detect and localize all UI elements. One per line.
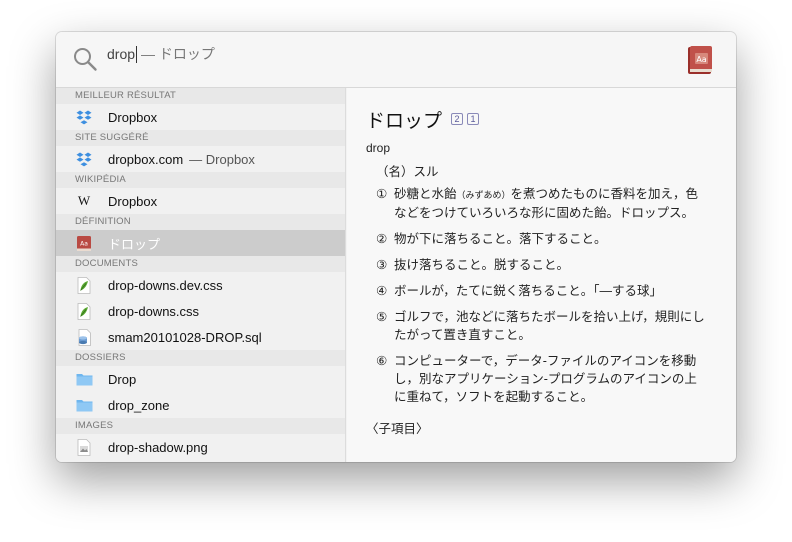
image-file-icon (75, 438, 93, 456)
folder-icon (75, 396, 93, 414)
dictionary-icon: Aa (75, 234, 93, 252)
result-label: drop-shadow.png (108, 439, 208, 455)
result-label: ドロップ (108, 236, 161, 252)
sense-text: 抜け落ちること。脱すること。 (394, 258, 570, 272)
definition-preview: ドロップ 2 1 drop （名）スル ① 砂糖と水飴（みずあめ）を煮つめたもの… (347, 88, 736, 462)
sense-number: ① (376, 187, 388, 201)
sense-item: ⑥ コンピューターで，データ-ファイルのアイコンを移動し，別なアプリケーション-… (376, 352, 706, 406)
result-row[interactable]: drop-downs.css (56, 298, 345, 324)
sense-number: ⑥ (376, 354, 388, 368)
search-bar[interactable]: drop — ドロップ Aa (56, 32, 736, 88)
wikipedia-letter: W (77, 193, 91, 208)
result-label: smam20101028-DROP.sql (108, 329, 262, 345)
dictionary-app-icon-label: Aa (696, 55, 706, 64)
result-row[interactable]: Dropbox (56, 104, 345, 130)
accent-badge: 2 (451, 113, 464, 125)
sense-item: ① 砂糖と水飴（みずあめ）を煮つめたものに香料を加え，色などをつけていろいろな形… (376, 185, 706, 222)
part-of-speech: （名）スル (376, 165, 439, 179)
search-query: drop (107, 46, 136, 62)
result-label: drop-downs.css (108, 303, 200, 319)
result-label: Drop (108, 371, 137, 387)
headword: ドロップ (366, 110, 443, 132)
sense-text: 砂糖と水飴（みずあめ）を煮つめたものに香料を加え，色などをつけていろいろな形に固… (394, 185, 706, 222)
result-sublabel: — Dropbox (189, 151, 255, 167)
accent-badge: 1 (467, 113, 480, 125)
sense-item: ③ 抜け落ちること。脱すること。 (376, 256, 706, 274)
text-caret (136, 45, 138, 63)
section-header: IMAGES (56, 418, 345, 434)
section-header: SITE SUGGÉRÉ (56, 130, 345, 146)
search-icon (74, 48, 97, 71)
result-row[interactable]: drop-downs.dev.css (56, 272, 345, 298)
wikipedia-icon: W (75, 192, 93, 210)
result-row[interactable]: dropbox.com — Dropbox (56, 146, 345, 172)
result-label: dropbox.com (108, 151, 184, 167)
sense-reading-note: （みずあめ） (456, 190, 511, 200)
css-file-icon (75, 276, 93, 294)
result-label: drop_zone (108, 397, 170, 413)
section-header: DOCUMENTS (56, 256, 345, 272)
sense-item: ② 物が下に落ちること。落下すること。 (376, 230, 706, 248)
dropbox-icon (75, 150, 93, 168)
css-file-icon (75, 302, 93, 320)
sense-number: ② (376, 232, 388, 246)
dictionary-app-icon: Aa (688, 46, 712, 74)
result-row[interactable]: smam20101028-DROP.sql (56, 324, 345, 350)
sense-list: ① 砂糖と水飴（みずあめ）を煮つめたものに香料を加え，色などをつけていろいろな形… (376, 185, 706, 406)
folder-icon (75, 370, 93, 388)
sense-text: ボールが，たてに鋭く落ちること。「—する球」 (394, 284, 663, 298)
result-row[interactable]: Drop (56, 366, 345, 392)
result-label: drop-downs.dev.css (108, 277, 223, 293)
result-row[interactable]: drop-shadow.png (56, 434, 345, 460)
headword-line: ドロップ 2 1 (366, 106, 736, 132)
section-header: DOSSIERS (56, 350, 345, 366)
result-row[interactable]: Aa ドロップ (56, 230, 345, 256)
romaji: drop (366, 141, 391, 155)
sense-text: ゴルフで，池などに落ちたボールを拾い上げ，規則にしたがって置き直すこと。 (394, 310, 705, 342)
subentries-label: 〈子項目〉 (366, 422, 429, 436)
search-input[interactable]: drop — ドロップ (107, 45, 215, 63)
results-list[interactable]: MEILLEUR RÉSULTAT Dropbox SITE SUGGÉRÉ d… (56, 88, 346, 462)
sense-item: ④ ボールが，たてに鋭く落ちること。「—する球」 (376, 282, 706, 300)
sense-text-part: 砂糖と水飴 (394, 187, 457, 201)
result-row[interactable]: drop_zone (56, 392, 345, 418)
spotlight-window: drop — ドロップ Aa MEILLEUR RÉSULTAT Dropbox… (56, 32, 736, 462)
sense-number: ⑤ (376, 310, 388, 324)
sense-text: 物が下に落ちること。落下すること。 (394, 232, 607, 246)
search-completion: — ドロップ (141, 46, 215, 62)
result-row[interactable]: W Dropbox (56, 188, 345, 214)
section-header: WIKIPÉDIA (56, 172, 345, 188)
sql-file-icon (75, 328, 93, 346)
sense-item: ⑤ ゴルフで，池などに落ちたボールを拾い上げ，規則にしたがって置き直すこと。 (376, 308, 706, 344)
section-header: MEILLEUR RÉSULTAT (56, 88, 345, 104)
dictionary-icon-label: Aa (80, 240, 88, 247)
sense-number: ④ (376, 284, 388, 298)
sense-text: コンピューターで，データ-ファイルのアイコンを移動し，別なアプリケーション-プロ… (394, 354, 697, 404)
result-label: Dropbox (108, 193, 158, 209)
result-label: Dropbox (108, 109, 158, 125)
sense-number: ③ (376, 258, 388, 272)
dropbox-icon (75, 108, 93, 126)
section-header: DÉFINITION (56, 214, 345, 230)
